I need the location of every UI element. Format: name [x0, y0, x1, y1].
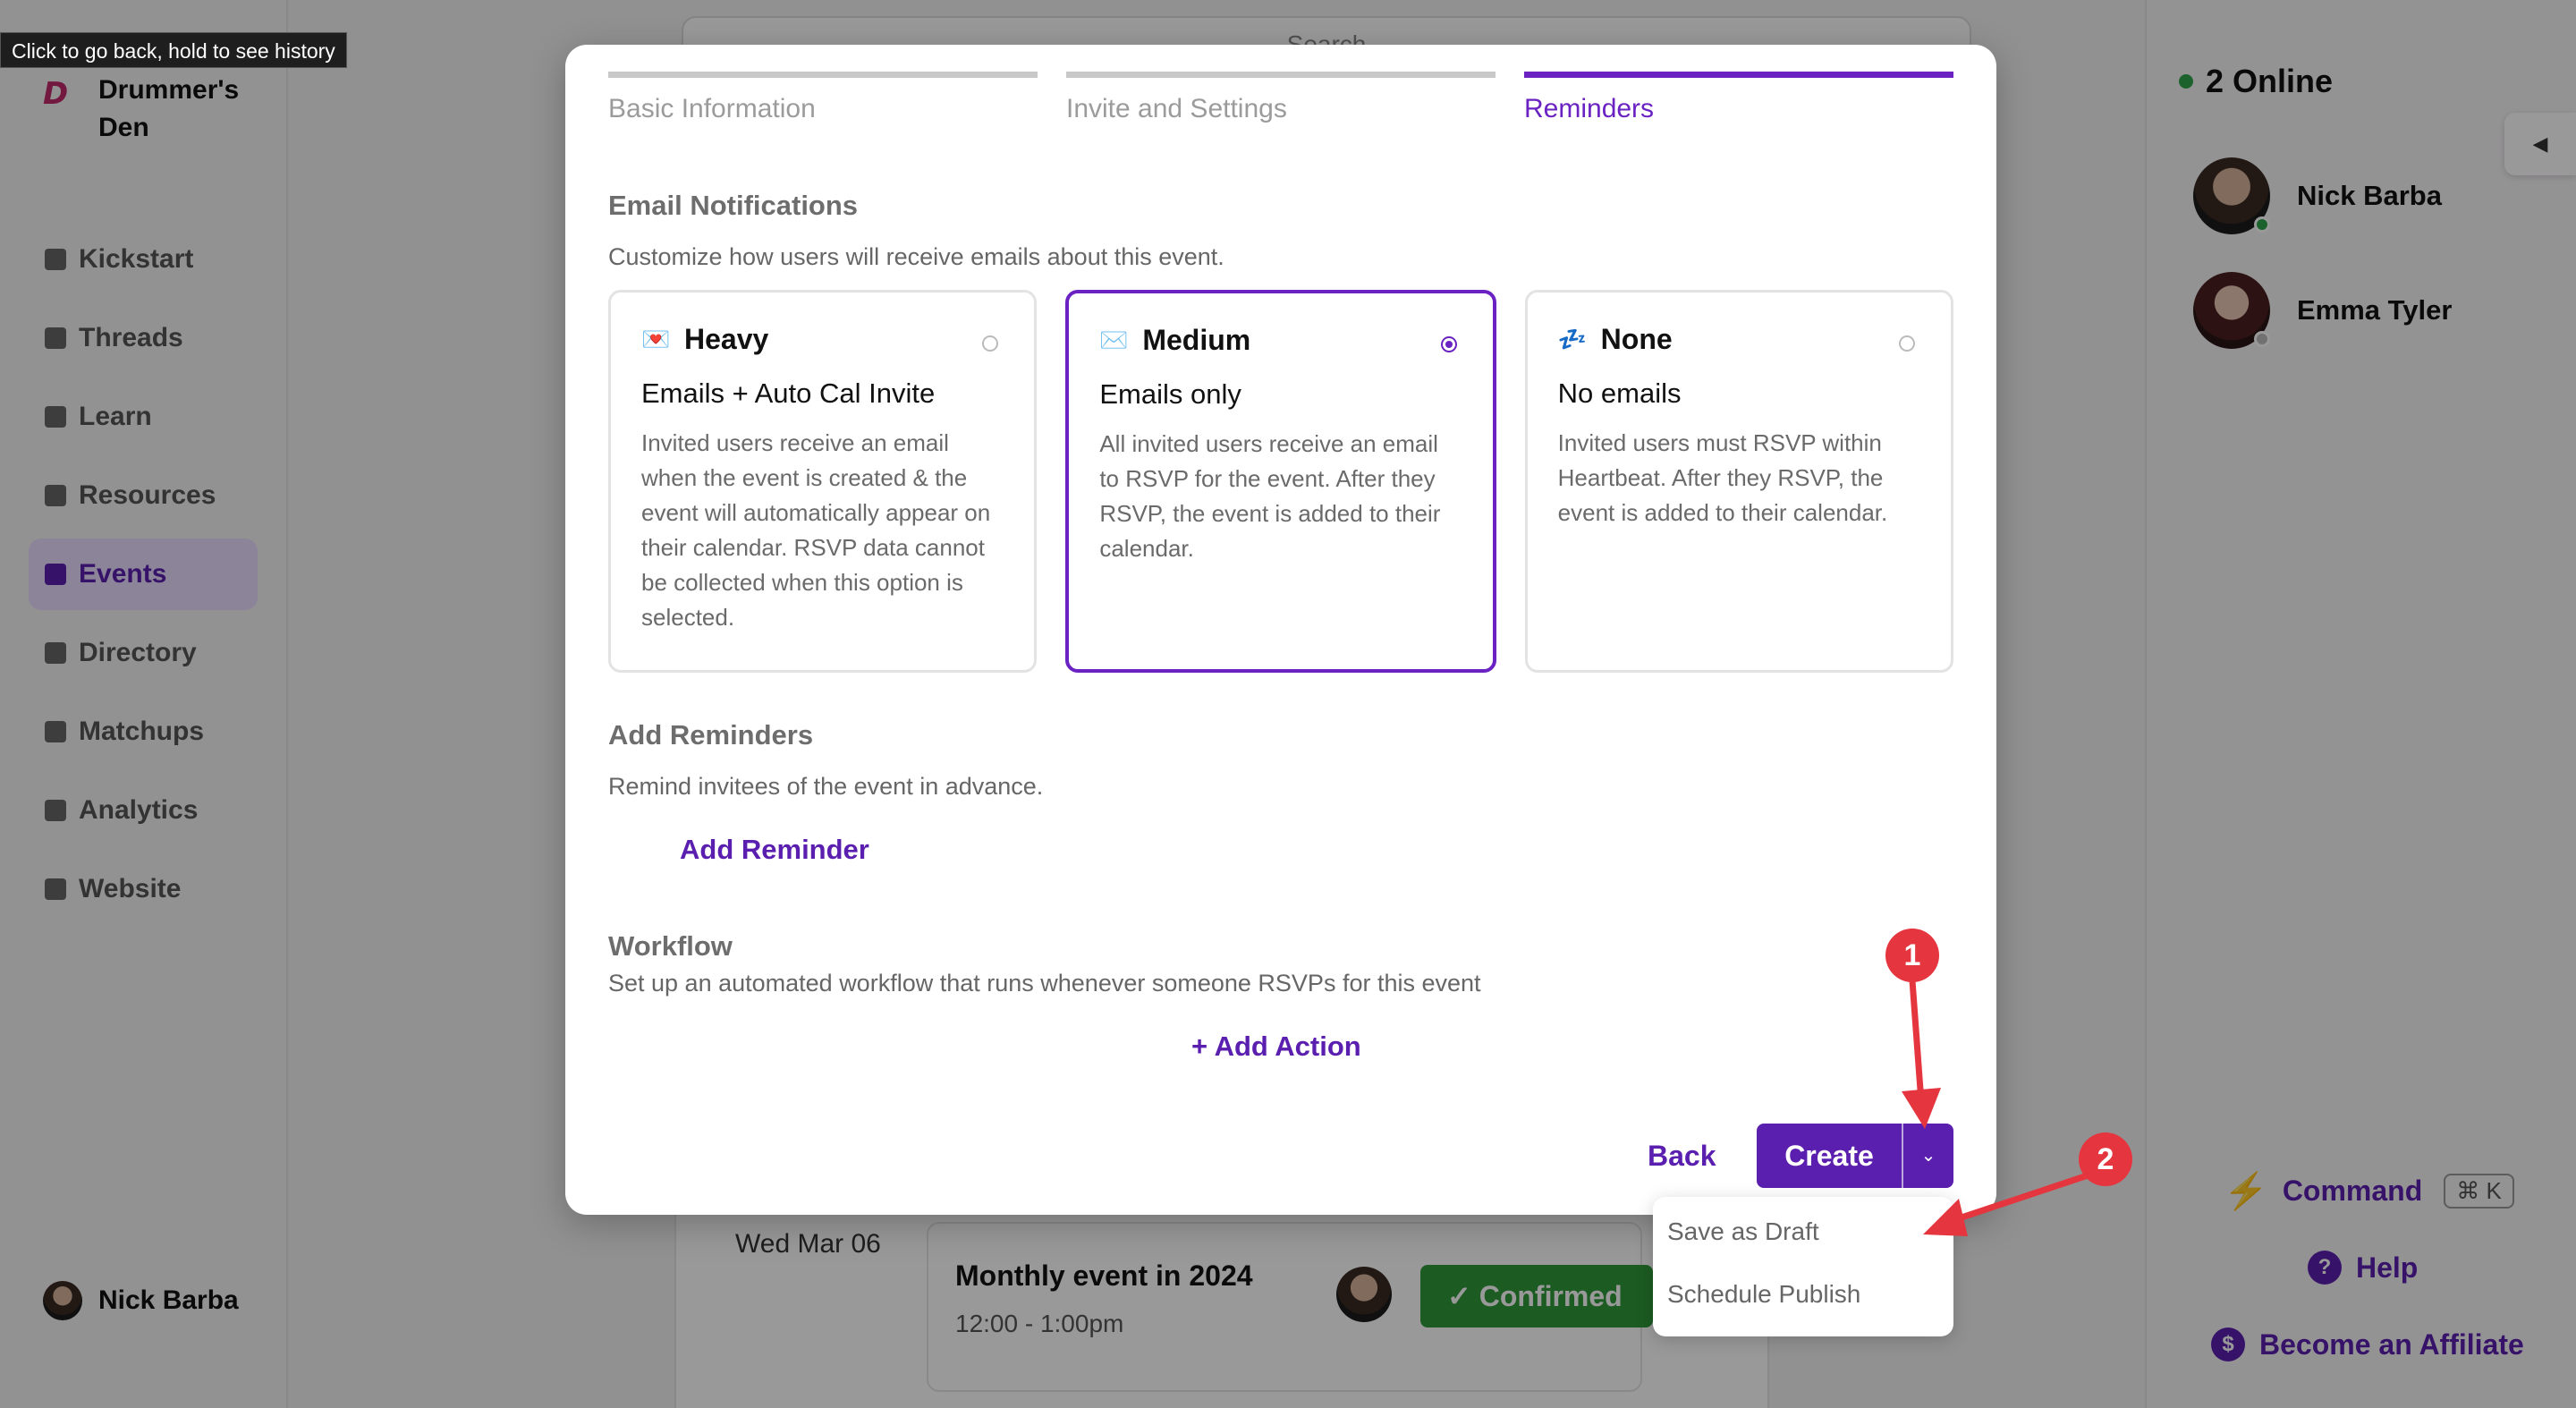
email-option-medium[interactable]: ✉️ Medium Emails only All invited users r… — [1065, 290, 1496, 673]
add-action-button[interactable]: + Add Action — [1191, 1031, 1361, 1063]
option-description: Invited users receive an email when the … — [641, 429, 991, 631]
sleep-icon: 💤 — [1557, 326, 1588, 352]
menu-item-save-draft[interactable]: Save as Draft — [1653, 1217, 1953, 1279]
option-description: All invited users receive an email to RS… — [1099, 430, 1441, 562]
radio-button[interactable] — [1898, 335, 1915, 352]
create-options-toggle[interactable]: ⌄ — [1902, 1124, 1953, 1188]
create-button[interactable]: Create — [1757, 1124, 1902, 1188]
option-name: None — [1600, 323, 1673, 355]
create-options-menu: Save as Draft Schedule Publish — [1653, 1197, 1953, 1336]
option-name: Medium — [1142, 324, 1251, 356]
option-subtitle: No emails — [1557, 377, 1682, 409]
envelope-icon: ✉️ — [1099, 327, 1129, 353]
annotation-badge-1: 1 — [1885, 929, 1939, 982]
stepper: Basic Information Invite and Settings Re… — [608, 72, 1953, 124]
email-notifications-desc: Customize how users will receive emails … — [608, 243, 1224, 270]
chevron-down-icon: ⌄ — [1920, 1146, 1936, 1166]
create-event-modal: Basic Information Invite and Settings Re… — [565, 45, 1996, 1215]
love-letter-icon: 💌 — [641, 326, 671, 352]
workflow-desc: Set up an automated workflow that runs w… — [608, 970, 1481, 997]
step-reminders[interactable]: Reminders — [1524, 72, 1953, 124]
add-reminders-desc: Remind invitees of the event in advance. — [608, 773, 1044, 800]
option-subtitle: Emails + Auto Cal Invite — [641, 377, 936, 409]
option-header: ✉️ Medium — [1099, 324, 1462, 357]
menu-item-schedule-publish[interactable]: Schedule Publish — [1653, 1279, 1953, 1342]
step-basic-information[interactable]: Basic Information — [608, 72, 1038, 124]
workflow-title: Workflow — [608, 930, 733, 962]
option-description: Invited users must RSVP within Heartbeat… — [1557, 429, 1888, 526]
radio-button[interactable] — [1440, 336, 1457, 352]
option-name: Heavy — [684, 323, 769, 355]
back-button[interactable]: Back — [1648, 1140, 1716, 1173]
back-tooltip: Click to go back, hold to see history — [0, 32, 347, 68]
option-subtitle: Emails only — [1099, 378, 1241, 410]
email-notifications-title: Email Notifications — [608, 190, 859, 221]
email-option-none[interactable]: 💤 None No emails Invited users must RSVP … — [1524, 290, 1953, 673]
email-options: 💌 Heavy Emails + Auto Cal Invite Invited … — [608, 290, 1953, 673]
create-button-group: Create ⌄ — [1757, 1124, 1953, 1188]
option-header: 💌 Heavy — [641, 323, 1004, 356]
annotation-badge-2: 2 — [2079, 1132, 2132, 1186]
add-reminders-title: Add Reminders — [608, 719, 814, 751]
step-invite-settings[interactable]: Invite and Settings — [1066, 72, 1496, 124]
add-reminder-button[interactable]: Add Reminder — [680, 834, 869, 866]
option-header: 💤 None — [1558, 323, 1920, 356]
email-option-heavy[interactable]: 💌 Heavy Emails + Auto Cal Invite Invited … — [608, 290, 1038, 673]
